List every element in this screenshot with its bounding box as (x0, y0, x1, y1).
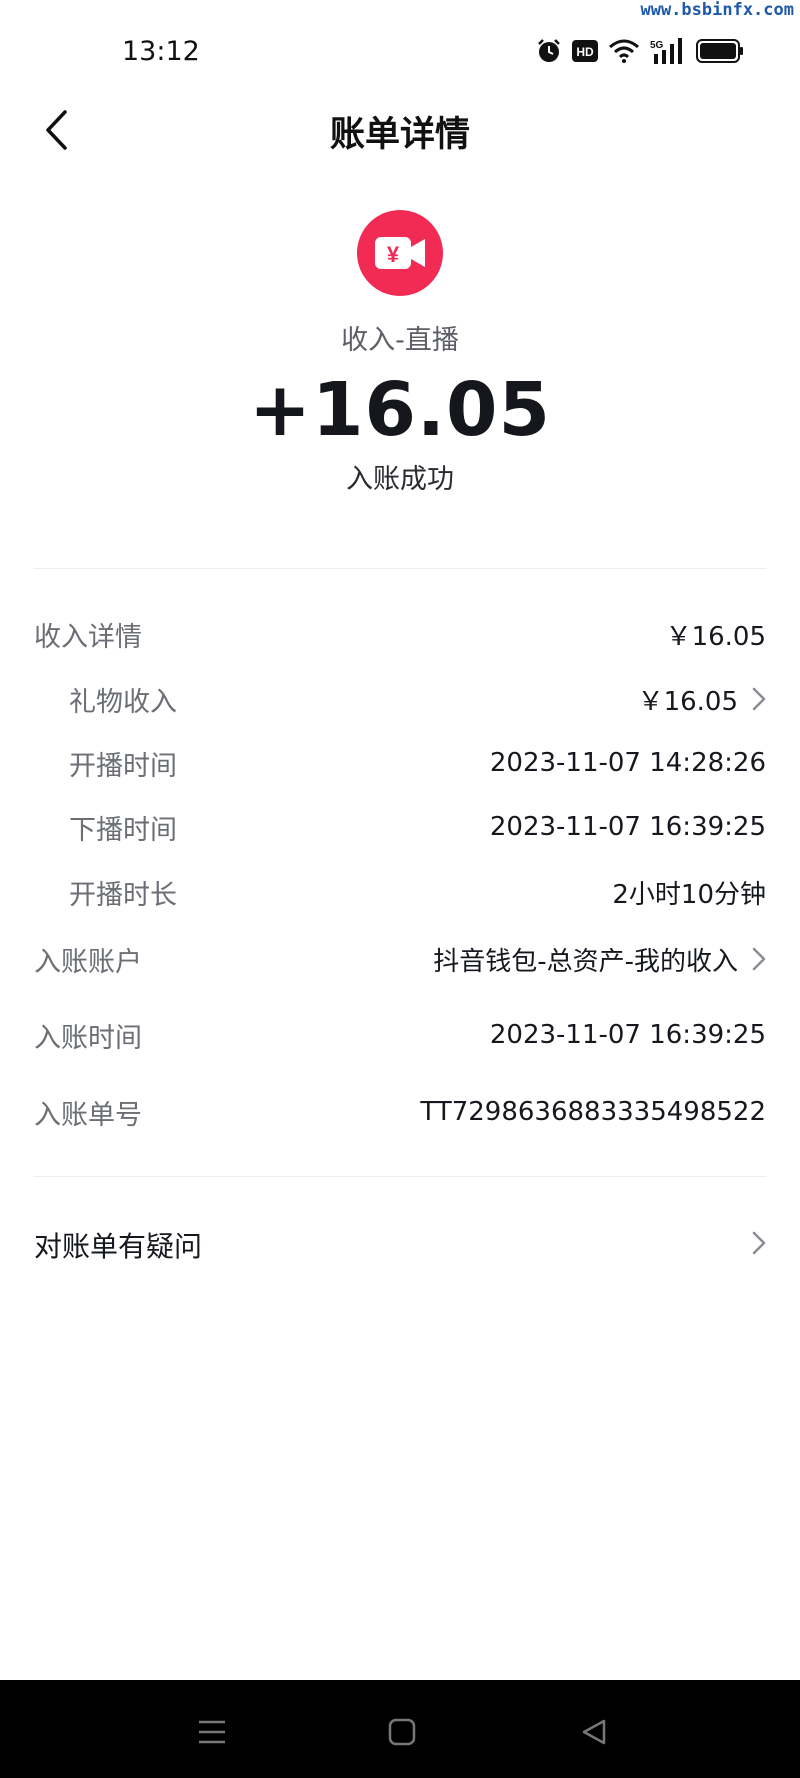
detail-income-total: 收入详情 ￥16.05 (34, 612, 766, 656)
row-label: 入账账户 (34, 946, 142, 978)
alarm-icon (536, 38, 562, 64)
hd-label: HD (576, 45, 594, 59)
home-icon (388, 1718, 416, 1746)
chevron-right-icon (752, 947, 766, 971)
detail-account[interactable]: 入账账户 抖音钱包-总资产-我的收入 (34, 937, 766, 981)
row-value: 2023-11-07 16:39:25 (489, 812, 766, 842)
row-label: 开播时长 (69, 879, 177, 911)
row-label: 下播时间 (69, 814, 177, 846)
row-value: 2023-11-07 16:39:25 (489, 1020, 766, 1050)
help-label: 对账单有疑问 (34, 1230, 203, 1263)
battery-icon (696, 39, 744, 63)
divider (34, 1176, 766, 1177)
detail-live-start: 开播时间 2023-11-07 14:28:26 (34, 741, 766, 785)
yuan-symbol: ¥ (387, 242, 400, 267)
row-value: 2小时10分钟 (612, 879, 766, 910)
transaction-summary: ¥ 收入-直播 +16.05 入账成功 (0, 210, 800, 496)
detail-gift-income[interactable]: 礼物收入 ￥16.05 (34, 677, 766, 721)
status-bar: 13:12 HD 5G (0, 0, 800, 100)
status-icons: HD 5G (536, 38, 744, 64)
menu-button[interactable] (192, 1712, 232, 1752)
home-button[interactable] (382, 1712, 422, 1752)
chevron-right-icon (752, 1231, 766, 1259)
transaction-amount: +16.05 (248, 367, 552, 453)
row-value: 2023-11-07 14:28:26 (489, 748, 766, 778)
nav-bar: 账单详情 (0, 90, 800, 170)
status-time: 13:12 (122, 36, 200, 67)
row-label: 入账时间 (34, 1022, 142, 1054)
back-triangle-icon (582, 1719, 606, 1745)
signal-5g-icon: 5G (650, 38, 686, 64)
row-label: 收入详情 (34, 621, 142, 653)
chevron-right-icon (752, 687, 766, 711)
detail-credit-time: 入账时间 2023-11-07 16:39:25 (34, 1013, 766, 1057)
wifi-icon (608, 39, 640, 63)
system-navigation-bar (0, 1680, 800, 1778)
row-value-wrap: ￥16.05 (638, 681, 766, 718)
detail-live-duration: 开播时长 2小时10分钟 (34, 870, 766, 914)
row-label: 开播时间 (69, 750, 177, 782)
row-label: 入账单号 (34, 1099, 142, 1131)
row-value: ￥16.05 (665, 621, 766, 652)
row-value: TT7298636883335498522 (420, 1097, 766, 1127)
transaction-category: 收入-直播 (341, 325, 459, 356)
transaction-status: 入账成功 (346, 464, 454, 495)
system-back-button[interactable] (574, 1712, 614, 1752)
divider (34, 568, 766, 569)
hd-icon: HD (572, 40, 598, 62)
detail-live-end: 下播时间 2023-11-07 16:39:25 (34, 805, 766, 849)
live-income-icon: ¥ (357, 210, 443, 296)
menu-icon (199, 1720, 225, 1744)
detail-order-number: 入账单号 TT7298636883335498522 (34, 1090, 766, 1134)
page-title: 账单详情 (329, 115, 470, 155)
row-value: ￥16.05 (637, 686, 738, 717)
billing-question-row[interactable]: 对账单有疑问 (34, 1220, 766, 1270)
row-value: 抖音钱包-总资产-我的收入 (433, 946, 738, 977)
row-label: 礼物收入 (69, 686, 177, 718)
network-label: 5G (650, 40, 664, 51)
row-value-wrap: 抖音钱包-总资产-我的收入 (433, 941, 766, 978)
